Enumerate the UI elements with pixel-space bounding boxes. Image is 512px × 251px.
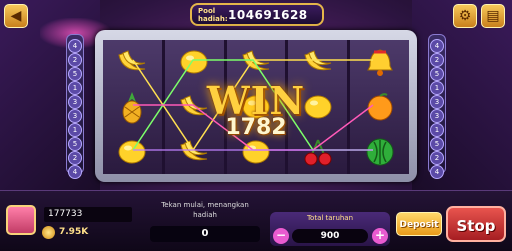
payline-number-left: 4 [68,39,82,53]
payline-number-left: 1 [68,123,82,137]
payline-number-left: 2 [68,53,82,67]
pool-value: 104691628 [228,7,308,22]
payline-number-right: 4 [430,165,444,179]
rules-button[interactable]: ▤ [481,4,505,28]
stop-button[interactable]: Stop [446,206,506,242]
settings-button[interactable]: ⚙ [453,4,477,28]
player-balance: 7.95K [59,227,89,237]
current-win-display: 0 [150,226,260,242]
payline-number-right: 3 [430,95,444,109]
payline-number-left: 4 [68,165,82,179]
payline-number-left: 5 [68,67,82,81]
bet-value: 900 [292,229,368,243]
prize-pool: Pool hadiah: 104691628 [190,3,324,26]
gear-icon: ⚙ [458,8,472,24]
payline-pink [133,104,374,151]
background-right [412,0,512,190]
payline-number-left: 3 [68,109,82,123]
payline-number-right: 4 [430,39,444,53]
payline-number-right: 1 [430,123,444,137]
bet-decrease-button[interactable]: − [273,228,289,244]
back-arrow-icon: ◀ [10,8,22,24]
back-button[interactable]: ◀ [4,4,28,28]
pool-label: Pool hadiah: [198,6,228,23]
bet-increase-button[interactable]: + [372,228,388,244]
payline-number-left: 5 [68,137,82,151]
payline-number-right: 5 [430,137,444,151]
payline-number-right: 2 [430,151,444,165]
coin-icon [42,226,55,239]
winning-paylines [132,59,374,152]
payline-number-left: 2 [68,151,82,165]
bet-label: Total taruhan [306,214,354,222]
payline-indicators-left: 4251331524 [66,34,84,179]
payline-number-right: 1 [430,81,444,95]
instruction-text: Tekan mulai, menangkan hadiah [161,201,249,219]
player-avatar[interactable] [6,205,36,235]
payline-number-left: 1 [68,81,82,95]
payline-number-left: 3 [68,95,82,109]
payline-number-right: 5 [430,67,444,81]
payline-number-right: 2 [430,53,444,67]
deposit-button[interactable]: Deposit [396,212,442,236]
payline-number-right: 3 [430,109,444,123]
book-icon: ▤ [486,8,500,24]
payline-indicators-right: 4251331524 [428,34,446,179]
player-username: 177733 [44,207,132,222]
